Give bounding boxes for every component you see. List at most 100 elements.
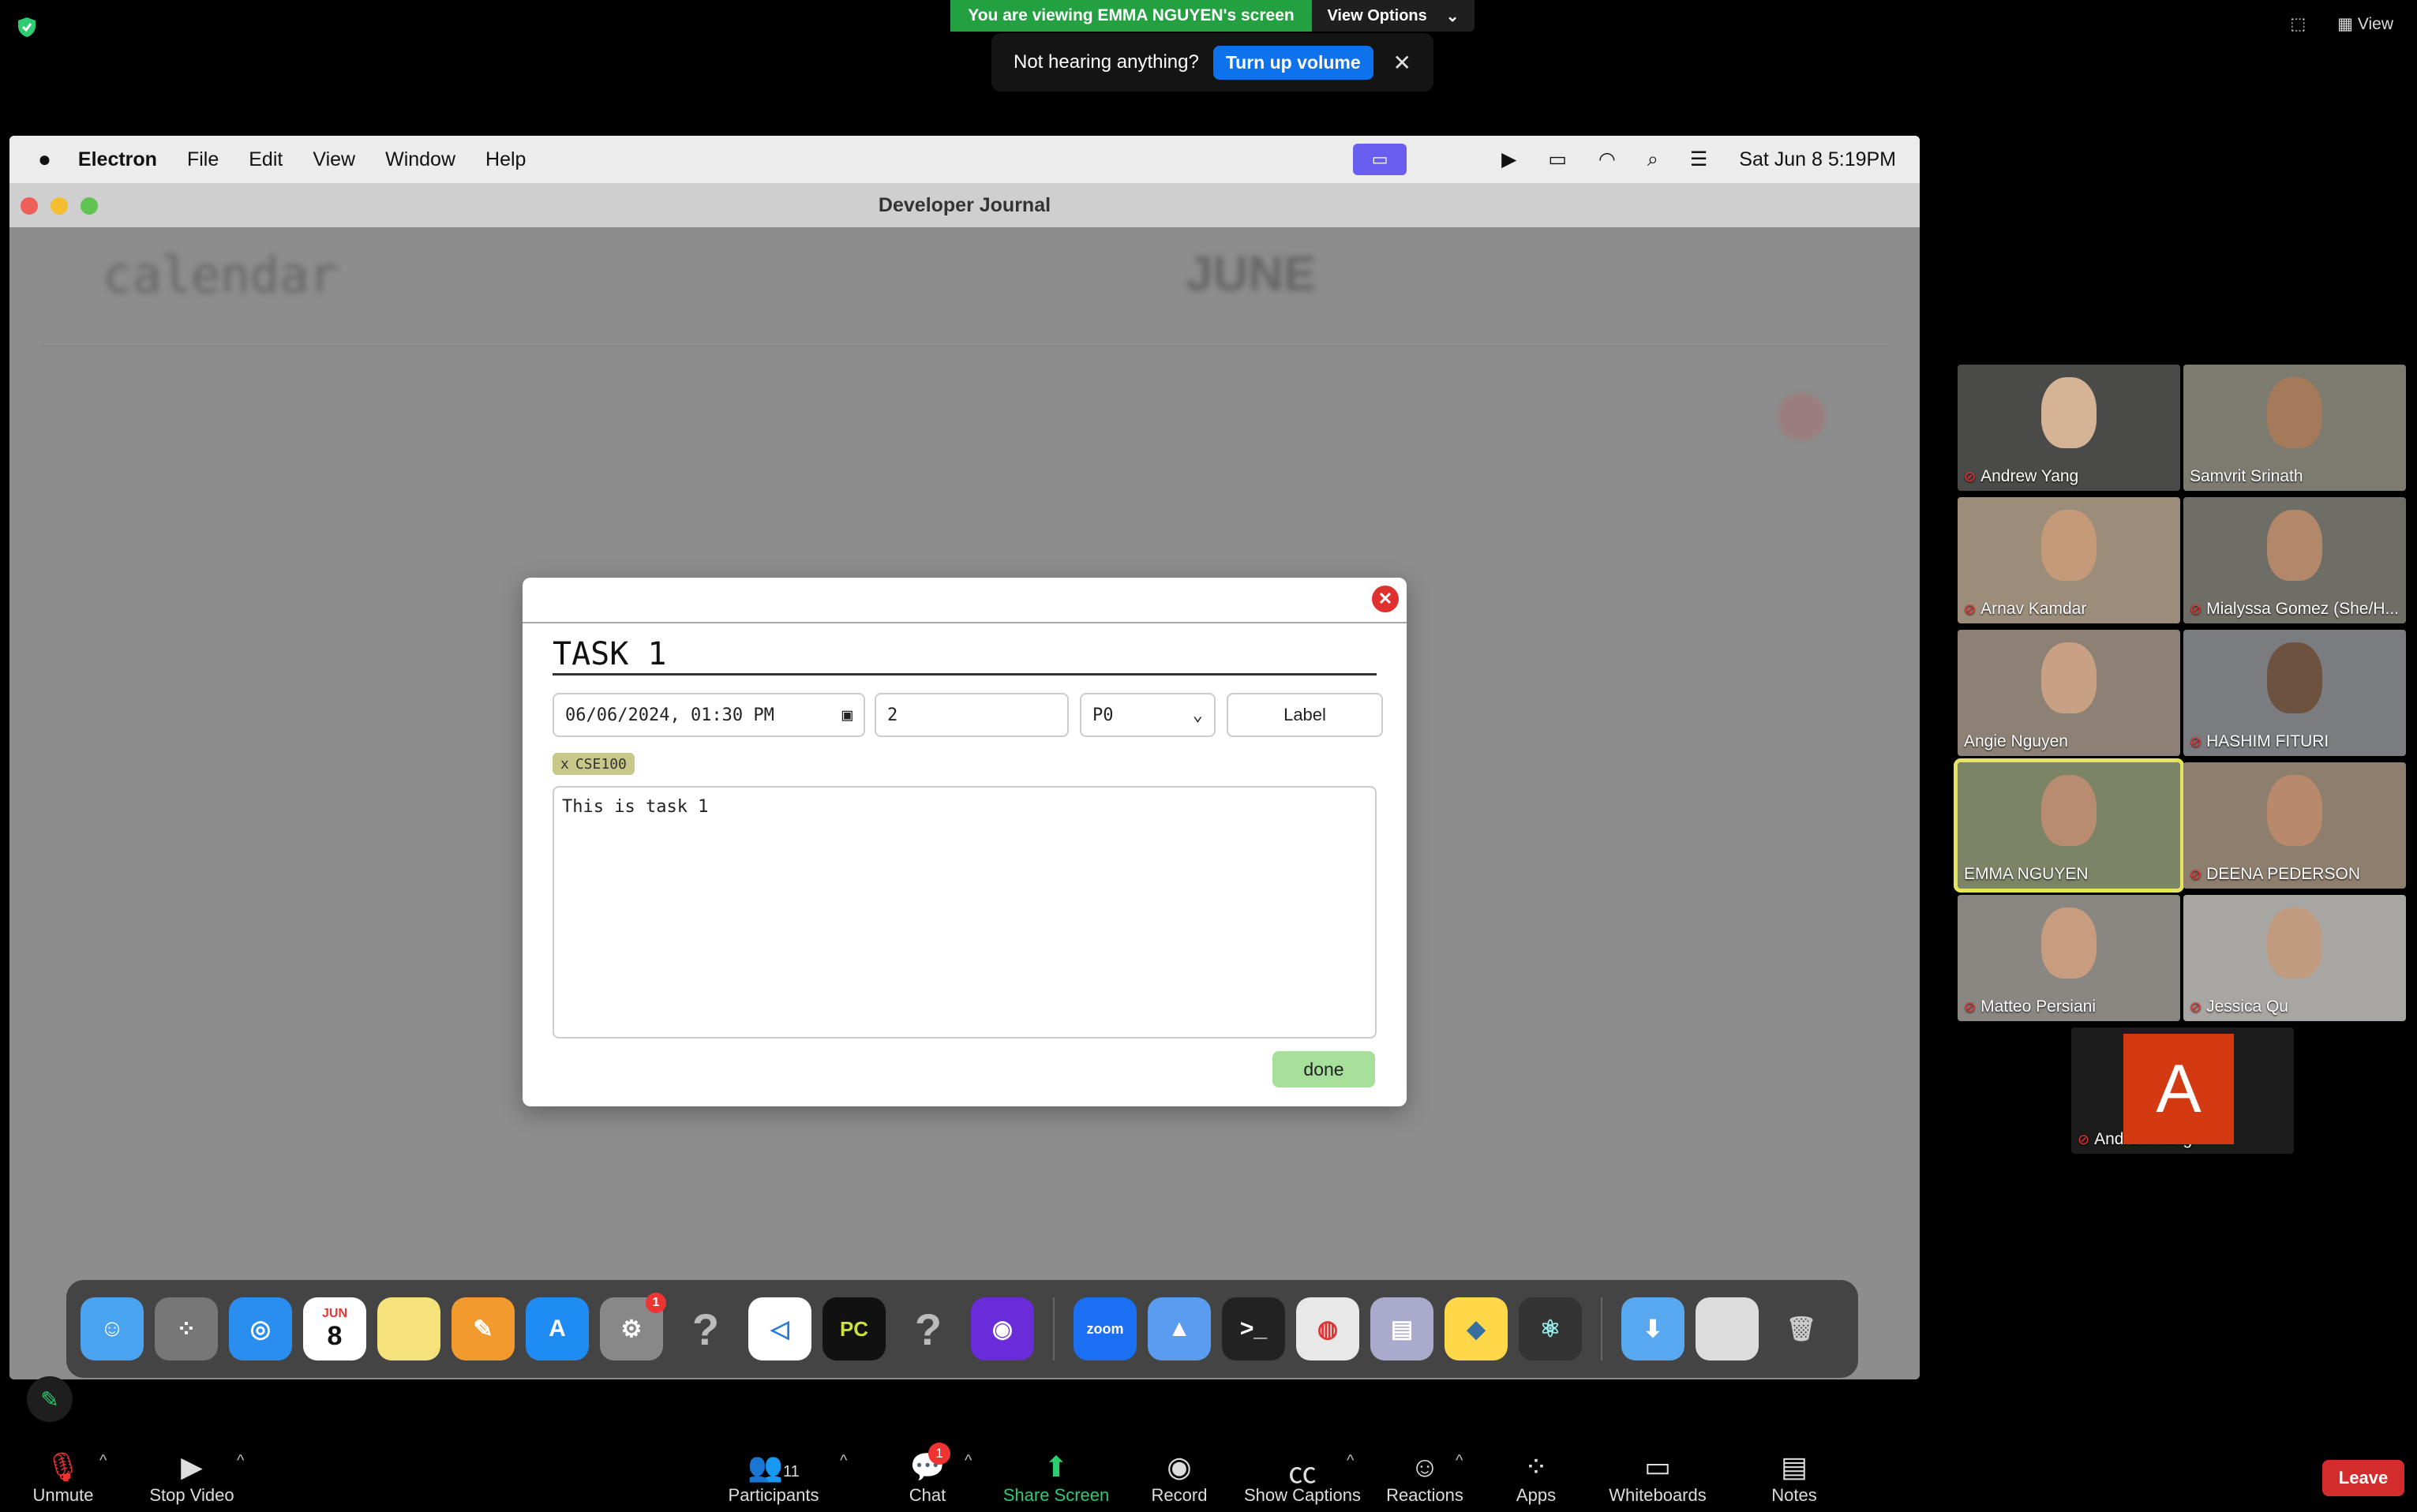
show-captions-button[interactable]: ㏄ Show Captions xyxy=(1244,1450,1361,1506)
participant-tile[interactable]: ⊘ HASHIM FITURI xyxy=(2183,630,2406,756)
participant-tile[interactable]: Samvrit Srinath xyxy=(2183,365,2406,491)
active-speaker-tile[interactable]: EMMA NGUYEN xyxy=(1954,758,2184,893)
datetime-input[interactable]: 06/06/2024, 01:30 PM ▣ xyxy=(553,693,865,737)
label-button[interactable]: Label xyxy=(1227,693,1383,737)
participant-tile[interactable]: ⊘ Matteo Persiani xyxy=(1958,895,2180,1021)
stop-video-button[interactable]: ▶ Stop Video xyxy=(144,1450,240,1506)
close-icon[interactable]: ✕ xyxy=(1393,50,1411,76)
participant-name-row: Samvrit Srinath xyxy=(2190,467,2303,486)
participant-tile[interactable]: ⊘ Jessica Qu xyxy=(2183,895,2406,1021)
chrome-icon[interactable]: ◍ xyxy=(1296,1297,1359,1360)
priority-select[interactable]: P0 ⌄ xyxy=(1080,693,1216,737)
downloads-folder-icon[interactable]: ⬇ xyxy=(1621,1297,1684,1360)
task-title-input[interactable]: TASK 1 xyxy=(553,634,1377,676)
firefox-icon[interactable]: ◉ xyxy=(971,1297,1034,1360)
dock-calendar-month: JUN xyxy=(321,1306,347,1320)
menubar-clock: Sat Jun 8 5:19PM xyxy=(1739,148,1896,170)
zoom-app-icon[interactable]: zoom xyxy=(1074,1297,1137,1360)
window-zoom-button[interactable] xyxy=(81,197,98,215)
done-button[interactable]: done xyxy=(1272,1051,1375,1087)
terminal-icon[interactable]: >_ xyxy=(1222,1297,1285,1360)
menu-electron[interactable]: Electron xyxy=(78,148,157,171)
launchpad-icon[interactable]: ⁘ xyxy=(155,1297,218,1360)
chat-options-caret[interactable]: ^ xyxy=(965,1452,972,1470)
spotlight-search-icon[interactable]: ⌕ xyxy=(1647,148,1658,171)
trash-icon[interactable]: 🗑 xyxy=(1770,1297,1833,1360)
python-launcher-icon[interactable]: ◆ xyxy=(1445,1297,1508,1360)
wifi-icon[interactable]: ◠ xyxy=(1598,148,1616,171)
unknown-app-icon[interactable]: ? xyxy=(674,1297,737,1360)
maps-icon[interactable]: ▲ xyxy=(1148,1297,1211,1360)
view-options-button[interactable]: View Options ⌄ xyxy=(1312,0,1475,32)
play-icon[interactable]: ▶ xyxy=(1501,148,1516,171)
electron-icon[interactable]: ⚛ xyxy=(1519,1297,1582,1360)
calendar-app-icon[interactable]: JUN 8 xyxy=(303,1297,366,1360)
window-close-button[interactable] xyxy=(21,197,38,215)
participant-video xyxy=(2267,642,2322,713)
annotate-pencil-icon[interactable]: ✎ xyxy=(27,1376,73,1422)
notes-button[interactable]: ▤ Notes xyxy=(1765,1450,1823,1506)
menu-file[interactable]: File xyxy=(187,148,219,171)
participant-tile[interactable]: Angie Nguyen xyxy=(1958,630,2180,756)
participant-name: Angie Nguyen xyxy=(1964,732,2068,750)
share-screen-button[interactable]: ⬆ Share Screen xyxy=(1002,1450,1110,1506)
vscode-icon[interactable]: ◁ xyxy=(748,1297,811,1360)
security-shield-icon[interactable] xyxy=(16,16,38,38)
participant-tile[interactable]: ⊘ Andrew Yang xyxy=(1958,365,2180,491)
menu-edit[interactable]: Edit xyxy=(249,148,283,171)
participants-button[interactable]: 👥11 Participants xyxy=(726,1450,821,1506)
finder-icon[interactable]: ☺ xyxy=(81,1297,144,1360)
participant-tile[interactable]: ⊘ Mialyssa Gomez (She/H... xyxy=(2183,497,2406,623)
tag-chip: x CSE100 xyxy=(553,753,635,775)
app-store-icon[interactable]: A xyxy=(526,1297,589,1360)
audio-options-caret[interactable]: ^ xyxy=(99,1452,107,1470)
participant-video xyxy=(2041,376,2097,448)
window-minimize-button[interactable] xyxy=(51,197,68,215)
participant-name: EMMA NGUYEN xyxy=(1964,865,2089,883)
system-settings-icon[interactable]: ⚙ 1 xyxy=(600,1293,666,1360)
calendar-heading: calendar xyxy=(103,246,339,304)
battery-icon[interactable]: ▭ xyxy=(1548,148,1567,171)
recent-documents-icon[interactable] xyxy=(1696,1297,1759,1360)
reactions-options-caret[interactable]: ^ xyxy=(1456,1452,1463,1470)
screen-share-indicator-icon[interactable]: ▭ xyxy=(1353,144,1407,175)
participant-name-row: ⊘ Jessica Qu xyxy=(2190,997,2288,1016)
unknown-app-icon-2[interactable]: ? xyxy=(897,1297,960,1360)
unmute-button[interactable]: 🎙 Unmute xyxy=(24,1450,103,1506)
preview-icon[interactable]: ▤ xyxy=(1370,1297,1433,1360)
participant-video xyxy=(2267,509,2322,581)
task-description-textarea[interactable]: This is task 1 xyxy=(553,786,1377,1039)
participant-tile[interactable]: ⊘ DEENA PEDERSON xyxy=(2183,762,2406,889)
mic-muted-icon: 🎙 xyxy=(45,1450,81,1483)
record-button[interactable]: ◉ Record xyxy=(1141,1450,1217,1506)
apps-button[interactable]: ⁘ Apps xyxy=(1505,1450,1568,1506)
leave-button[interactable]: Leave xyxy=(2322,1460,2404,1496)
notes-app-icon[interactable] xyxy=(377,1297,440,1360)
participant-tile[interactable]: ⊘ Arnav Kamdar xyxy=(1958,497,2180,623)
apple-icon[interactable]: ● xyxy=(38,147,51,172)
safari-icon[interactable]: ◎ xyxy=(229,1297,292,1360)
video-options-caret[interactable]: ^ xyxy=(237,1452,244,1470)
remove-tag-button[interactable]: x xyxy=(560,756,569,773)
turn-up-volume-button[interactable]: Turn up volume xyxy=(1212,45,1373,80)
control-center-icon[interactable]: ☰ xyxy=(1690,148,1707,171)
captions-options-caret[interactable]: ^ xyxy=(1347,1452,1354,1470)
number-input[interactable]: 2 xyxy=(875,693,1069,737)
calendar-picker-icon[interactable]: ▣ xyxy=(842,705,853,725)
close-modal-button[interactable]: ✕ xyxy=(1372,586,1399,612)
dock-calendar-day: 8 xyxy=(327,1320,343,1351)
participants-options-caret[interactable]: ^ xyxy=(840,1452,847,1470)
pycharm-icon[interactable]: PC xyxy=(823,1297,886,1360)
immersive-view-icon[interactable]: ⬚ xyxy=(2290,14,2306,34)
menu-view[interactable]: View xyxy=(313,148,355,171)
participant-name-row: EMMA NGUYEN xyxy=(1964,865,2089,884)
menu-window[interactable]: Window xyxy=(385,148,455,171)
menu-help[interactable]: Help xyxy=(485,148,526,171)
chat-button[interactable]: 💬 Chat xyxy=(892,1450,963,1506)
mic-muted-icon: ⊘ xyxy=(2190,733,2202,750)
window-title: Developer Journal xyxy=(878,193,1051,216)
whiteboards-button[interactable]: ▭ Whiteboards xyxy=(1604,1450,1711,1506)
participant-name: Arnav Kamdar xyxy=(1980,600,2087,618)
view-button[interactable]: ▦ View xyxy=(2337,14,2393,34)
pages-icon[interactable]: ✎ xyxy=(452,1297,515,1360)
